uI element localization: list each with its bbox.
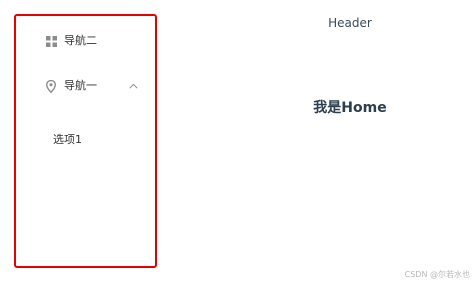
header-title: Header [328, 16, 372, 30]
location-pin-icon [44, 79, 58, 93]
sidebar-item-nav-2[interactable]: 导航二 [44, 30, 97, 52]
page-title: 我是Home [313, 100, 387, 116]
watermark: CSDN @尔若水也 [404, 270, 470, 279]
chevron-up-icon[interactable] [128, 81, 138, 91]
app-root: 导航二 导航一 选项1 Header 我是Home CSDN @尔若水也 [0, 0, 474, 284]
grid-icon [44, 34, 58, 48]
submenu-item-label: 选项1 [53, 133, 82, 146]
submenu-item-option-1[interactable]: 选项1 [53, 128, 82, 150]
sidebar-menu: 导航二 导航一 选项1 [14, 14, 157, 268]
sidebar-item-label: 导航一 [64, 79, 97, 92]
sidebar-item-label: 导航二 [64, 34, 97, 47]
sidebar-item-nav-1[interactable]: 导航一 [44, 75, 138, 97]
